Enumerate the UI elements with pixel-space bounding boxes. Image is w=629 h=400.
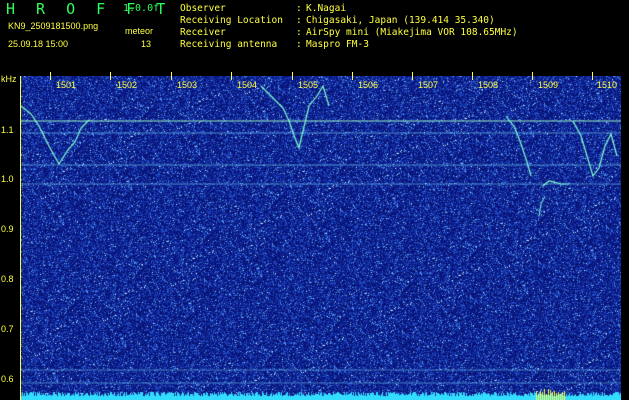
x-tick-label: 1510 [597,80,618,90]
app-version: 1.0.0f [123,3,160,14]
y-tick-label: 0.8 [1,274,14,284]
x-tick-label: 1506 [358,80,379,90]
x-tick [532,72,533,80]
y-tick-label: 1.1 [1,125,14,135]
field-label-receiver: Receiver [180,27,226,38]
field-sep: : [296,27,302,38]
x-tick-label: 1507 [418,80,439,90]
x-tick [50,72,51,80]
meteor-label: meteor [125,26,154,36]
field-sep: : [296,39,302,50]
field-value-receiver: AirSpy mini (Miakejima VOR 108.65MHz) [306,27,518,38]
y-tick-label: 1.0 [1,174,14,184]
x-tick [292,72,293,80]
y-tick-label: 0.7 [1,324,14,334]
x-tick-label: 1508 [478,80,499,90]
y-tick-label: 0.6 [1,374,14,384]
x-tick [171,72,172,80]
field-label-antenna: Receiving antenna [180,39,278,50]
y-tick-label: 0.9 [1,224,14,234]
field-value-observer: K.Nagai [306,3,347,14]
date-time: 25.09.18 15:00 [8,39,69,49]
field-value-location: Chigasaki, Japan (139.414 35.340) [306,15,495,26]
x-tick-label: 1502 [117,80,138,90]
meteor-count: 13 [141,39,152,49]
x-tick [472,72,473,80]
field-sep: : [296,3,302,14]
x-tick [231,72,232,80]
x-tick-label: 1504 [237,80,258,90]
x-tick [352,72,353,80]
spectrogram [21,76,621,400]
field-label-observer: Observer [180,3,226,14]
x-tick-label: 1505 [298,80,319,90]
x-tick-label: 1501 [56,80,77,90]
file-name: KN9_2509181500.png [8,21,99,31]
x-tick [110,72,111,80]
field-sep: : [296,15,302,26]
field-label-location: Receiving Location [180,15,283,26]
x-tick [592,72,593,80]
x-tick [412,72,413,80]
header-panel: H R O F F T 1.0.0f KN9_2509181500.png me… [0,0,629,72]
x-tick-label: 1509 [538,80,559,90]
x-tick-label: 1503 [177,80,198,90]
field-value-antenna: Maspro FM-3 [306,39,369,50]
y-axis-unit: kHz [1,74,17,84]
